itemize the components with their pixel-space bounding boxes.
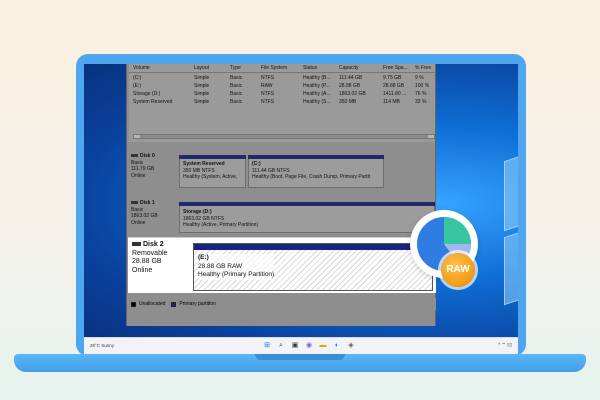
table-cell: Simple (194, 82, 210, 89)
table-cell: Healthy (S... (303, 98, 331, 105)
horizontal-scrollbar[interactable] (133, 134, 435, 139)
table-cell: Basic (230, 90, 243, 97)
table-cell: 1863.02 GB (339, 90, 366, 97)
column-header[interactable]: Type (230, 65, 241, 72)
partition-bar (194, 244, 432, 250)
volume-table-header: Volume Layout Type File System Status Ca… (129, 65, 435, 73)
table-cell: NTFS (261, 90, 275, 97)
table-row[interactable]: System Reserved Simple Basic NTFS Health… (129, 98, 435, 106)
disk-1-label[interactable]: Disk 1 Basic 1863.02 GB Online (131, 200, 177, 226)
table-cell: Simple (194, 74, 210, 81)
volume-table: Volume Layout Type File System Status Ca… (129, 64, 435, 142)
table-cell: 111.44 GB (339, 74, 363, 81)
partition-system-reserved[interactable]: System Reserved 350 MB NTFS Healthy (Sys… (179, 155, 246, 188)
disk-icon (132, 242, 141, 247)
table-cell: 33 % (415, 98, 427, 105)
table-cell: Healthy (P... (303, 82, 330, 89)
table-cell: Healthy (A... (303, 90, 331, 97)
table-cell: 100 % (415, 82, 430, 89)
taskbar-icons: ⊞ ⌕ ▣ ◉ ▬ ◐ ◈ (262, 341, 356, 351)
table-row[interactable]: Storage (D:) Simple Basic NTFS Healthy (… (129, 90, 435, 98)
table-row[interactable]: (E:) Simple Basic RAW Healthy (P... 28.8… (129, 82, 435, 90)
partition-status: Healthy (System, Active, (183, 174, 238, 180)
column-header[interactable]: Volume (133, 65, 150, 72)
table-cell: Basic (230, 74, 243, 81)
edge-icon[interactable]: ◐ (332, 341, 342, 351)
table-cell: 1411.80 ... (383, 90, 407, 97)
table-cell: NTFS (261, 98, 275, 105)
partition-status: Healthy (Active, Primary Partition) (183, 222, 259, 228)
start-icon[interactable]: ⊞ (262, 341, 272, 351)
table-cell: Basic (230, 82, 243, 89)
partition-legend: Unallocated Primary partition (128, 298, 436, 310)
chat-icon[interactable]: ◉ (304, 341, 314, 351)
column-header[interactable]: % Free (415, 65, 431, 72)
partition-bar (248, 155, 384, 159)
table-cell: 28.88 GB (339, 82, 361, 89)
table-cell: RAW (261, 82, 273, 89)
partition-status: Healthy (Boot, Page File, Crash Dump, Pr… (252, 174, 371, 180)
disk-name: Disk 0 (140, 153, 155, 159)
disk-icon (131, 201, 138, 205)
disk-status: Online (131, 172, 146, 179)
weather-widget[interactable]: 26°C Sunny (90, 343, 114, 348)
disk-2-row: Disk 2 Removable 28.88 GB Online (E:) 28… (128, 237, 436, 293)
windows-logo-icon (504, 150, 518, 306)
column-header[interactable]: Free Spa... (383, 65, 408, 72)
table-cell: 114 MB (383, 98, 400, 105)
table-row[interactable]: (C:) Simple Basic NTFS Healthy (B... 111… (129, 74, 435, 82)
table-cell: Simple (194, 90, 210, 97)
table-cell: 28.88 GB (383, 82, 405, 89)
disk-name: Disk 1 (140, 200, 155, 206)
partition-status: Healthy (Primary Partition) (198, 271, 275, 278)
disk-status: Online (132, 266, 153, 274)
store-icon[interactable]: ◈ (346, 341, 356, 351)
legend-primary: Primary partition (179, 301, 216, 307)
unallocated-swatch (131, 301, 136, 307)
search-icon[interactable]: ⌕ (276, 341, 286, 351)
disk-2-label[interactable]: Disk 2 Removable 28.88 GB Online (132, 241, 167, 275)
disk-type: Removable (132, 249, 168, 257)
table-cell: 76 % (415, 90, 427, 97)
disk-0-label[interactable]: Disk 0 Basic 111.79 GB Online (131, 153, 177, 179)
partition-storage-d[interactable]: Storage (D:) 1863.02 GB NTFS Healthy (Ac… (179, 202, 435, 233)
disk-size: 28.88 GB (132, 258, 162, 265)
taskbar: 26°C Sunny ⊞ ⌕ ▣ ◉ ▬ ◐ ◈ ^ ⌔ ▯▯ (84, 337, 518, 354)
column-header[interactable]: File System (261, 65, 287, 72)
table-cell: 9 % (415, 74, 424, 81)
legend-unallocated: Unallocated (139, 301, 166, 307)
volume-name: (E:) (133, 82, 142, 89)
partition-c[interactable]: (C:) 111.44 GB NTFS Healthy (Boot, Page … (248, 155, 384, 188)
file-explorer-icon[interactable]: ▬ (318, 341, 328, 351)
table-cell: Simple (194, 98, 210, 105)
partition-size: 28.88 GB RAW (198, 262, 243, 270)
partition-bar (179, 202, 435, 206)
partition-bar (179, 155, 246, 159)
disk-status: Online (131, 219, 146, 226)
table-cell: 9.75 GB (383, 74, 402, 81)
column-header[interactable]: Status (303, 65, 317, 72)
laptop-notch (255, 354, 345, 360)
partition-e-raw[interactable]: (E:) 28.88 GB RAW Healthy (Primary Parti… (193, 243, 433, 291)
table-cell: 350 MB (339, 98, 357, 105)
task-view-icon[interactable]: ▣ (290, 341, 300, 351)
partition-name: (E:) (198, 254, 209, 261)
table-cell: Healthy (B... (303, 74, 331, 81)
primary-swatch (171, 301, 177, 307)
column-header[interactable]: Layout (194, 65, 209, 72)
table-cell: NTFS (261, 74, 275, 81)
raw-badge: RAW (441, 253, 475, 287)
scrollbar-thumb[interactable] (140, 135, 428, 138)
disk-name: Disk 2 (143, 241, 164, 248)
volume-name: (C:) (133, 74, 142, 81)
disk-icon (131, 154, 138, 158)
volume-name: Storage (D:) (133, 90, 161, 97)
system-tray[interactable]: ^ ⌔ ▯▯ (498, 342, 512, 348)
volume-name: System Reserved (133, 98, 173, 105)
table-cell: Basic (230, 98, 243, 105)
column-header[interactable]: Capacity (339, 65, 358, 72)
